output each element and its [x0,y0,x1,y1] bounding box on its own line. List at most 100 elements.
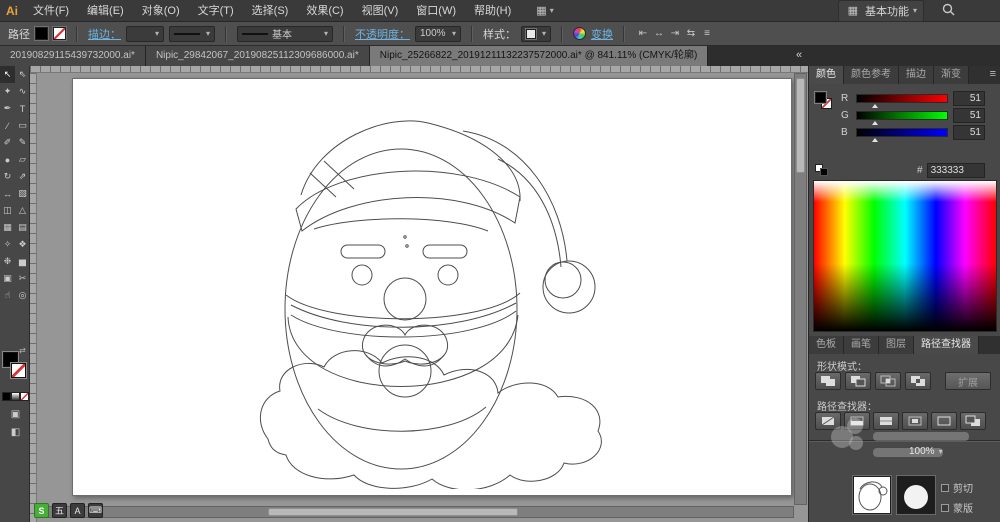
exclude-button[interactable] [905,372,931,390]
bottom-panel-tabs-2[interactable]: 图层 [879,336,914,354]
align-horizontal-left-icon[interactable]: ⇤ [635,26,651,42]
artboard[interactable] [72,78,792,496]
trim-button[interactable] [844,412,870,430]
channel-slider-R[interactable] [856,94,948,108]
ime-mode-icon[interactable]: 五 [52,503,67,518]
collapse-dock-button[interactable]: « [792,49,806,61]
tool-type[interactable]: T [15,100,30,117]
menu-item-file[interactable]: 文件(F) [24,0,78,22]
transparency-opacity-control[interactable]: 100% ▾ [909,446,943,457]
tool-selection[interactable]: ↖ [0,66,15,83]
channel-value-B[interactable]: 51 [953,125,985,140]
tool-gradient[interactable]: ▤ [15,219,30,236]
tool-width[interactable]: ↔ [0,185,15,202]
color-spectrum[interactable] [813,180,997,332]
tool-pencil[interactable]: ✎ [15,134,30,151]
align-horizontal-center-icon[interactable]: ↔ [651,26,667,42]
color-panel-tabs-3[interactable]: 渐变 [934,66,969,84]
minus-back-button[interactable] [960,412,986,430]
tool-pen[interactable]: ✒ [0,100,15,117]
tool-blend[interactable]: ❖ [15,236,30,253]
tool-mesh[interactable]: ▦ [0,219,15,236]
color-mode-button[interactable] [2,392,11,401]
crop-button[interactable] [902,412,928,430]
document-tab-1[interactable]: Nipic_29842067_20190825112309686000.ai* [145,46,370,66]
menu-item-help[interactable]: 帮助(H) [465,0,520,22]
tool-rectangle[interactable]: ▭ [15,117,30,134]
drawing-mode-icon[interactable]: ▣ [8,406,23,423]
menu-item-select[interactable]: 选择(S) [243,0,298,22]
color-panel-tabs-0[interactable]: 颜色 [809,66,844,84]
expand-button[interactable]: 扩展 [945,372,991,390]
tool-perspective-grid[interactable]: △ [15,202,30,219]
bottom-panel-tabs-3[interactable]: 路径查找器 [914,336,979,354]
horizontal-scrollbar-thumb[interactable] [268,508,518,516]
stroke-color-swatch[interactable] [53,27,66,40]
minus-front-button[interactable] [845,372,871,390]
menu-item-edit[interactable]: 编辑(E) [78,0,133,22]
slider-marker-icon[interactable] [872,121,878,125]
tool-zoom[interactable]: ◎ [15,287,30,304]
width-profile-select[interactable]: ▾ [169,25,215,42]
unite-button[interactable] [815,372,841,390]
menu-item-object[interactable]: 对象(O) [133,0,189,22]
channel-slider-G[interactable] [856,111,948,125]
fill-color-swatch[interactable] [35,27,48,40]
control-panel-menu-icon[interactable]: ≡ [699,26,715,42]
channel-value-G[interactable]: 51 [953,108,985,123]
hex-input[interactable]: 333333 [926,162,985,178]
document-tab-0[interactable]: 20190829115439732000.ai* [0,46,146,66]
tool-free-transform[interactable]: ▧ [15,185,30,202]
merge-button[interactable] [873,412,899,430]
style-select[interactable]: ▾ [521,25,551,42]
arrange-documents-icon[interactable]: ▦ [536,4,546,17]
tool-hand[interactable]: ☝ [0,287,15,304]
color-panel-tabs-1[interactable]: 颜色参考 [844,66,899,84]
stroke-weight-select[interactable]: ▾ [126,25,164,42]
ime-logo-icon[interactable]: S [34,503,49,518]
opacity-link[interactable]: 不透明度： [355,26,410,42]
tool-eraser[interactable]: ▱ [15,151,30,168]
mask-thumbnail[interactable] [897,476,935,514]
distribute-icon[interactable]: ⇆ [683,26,699,42]
menu-item-window[interactable]: 窗口(W) [407,0,465,22]
align-horizontal-right-icon[interactable]: ⇥ [667,26,683,42]
tool-scale[interactable]: ⇗ [15,168,30,185]
bottom-panel-tabs-0[interactable]: 色板 [809,336,844,354]
outline-button[interactable] [931,412,957,430]
none-mode-button[interactable] [20,392,29,401]
panel-menu-icon[interactable]: ≡ [990,68,996,80]
menu-item-effect[interactable]: 效果(C) [297,0,352,22]
menu-item-type[interactable]: 文字(T) [189,0,243,22]
tool-rotate[interactable]: ↻ [0,168,15,185]
swap-fill-stroke-icon[interactable]: ⇄ [19,347,26,355]
tool-column-graph[interactable]: ▅ [15,253,30,270]
color-panel-tabs-2[interactable]: 描边 [899,66,934,84]
black-swatch[interactable] [820,168,828,176]
tool-lasso[interactable]: ∿ [15,83,30,100]
tool-direct-selection[interactable]: ⇖ [15,66,30,83]
tool-blob-brush[interactable]: ● [0,151,15,168]
gradient-mode-button[interactable] [11,392,20,401]
tool-line-segment[interactable]: ∕ [0,117,15,134]
transform-link[interactable]: 变换 [591,26,613,42]
bottom-panel-tabs-1[interactable]: 画笔 [844,336,879,354]
vertical-scrollbar-thumb[interactable] [796,78,805,173]
channel-value-R[interactable]: 51 [953,91,985,106]
tool-artboard[interactable]: ▣ [0,270,15,287]
ime-keyboard-icon[interactable]: ⌨ [88,503,103,518]
clip-checkbox[interactable]: 剪切 [941,480,973,495]
screen-mode-icon[interactable]: ◧ [8,424,23,441]
stroke-color-indicator[interactable] [11,363,26,378]
opacity-select[interactable]: 100% ▾ [415,25,461,42]
tool-magic-wand[interactable]: ✦ [0,83,15,100]
intersect-button[interactable] [875,372,901,390]
tool-paintbrush[interactable]: ✐ [0,134,15,151]
workspace-switcher[interactable]: ▦ 基本功能 ▾ [837,0,924,22]
panel-fill-stroke-indicator[interactable] [815,92,833,110]
document-tab-2[interactable]: Nipic_25266822_20191211132237572000.ai* … [369,46,709,66]
vertical-scrollbar[interactable] [794,73,807,505]
mask-checkbox[interactable]: 蒙版 [941,500,973,515]
recolor-artwork-icon[interactable] [573,27,586,40]
search-icon[interactable] [942,3,955,19]
